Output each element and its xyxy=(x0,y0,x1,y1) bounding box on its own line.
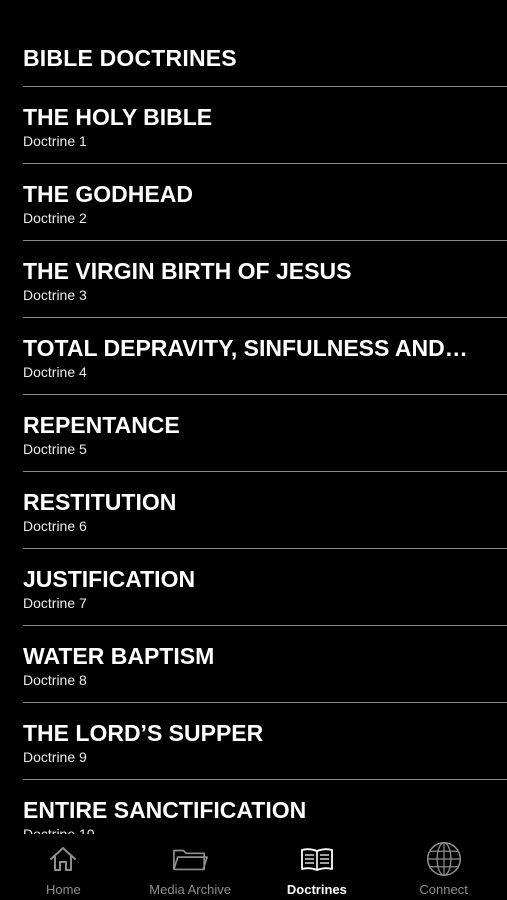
doctrine-title: RESTITUTION xyxy=(23,489,177,515)
tab-home[interactable]: Home xyxy=(0,834,127,900)
doctrine-title: TOTAL DEPRAVITY, SINFULNESS AND… xyxy=(23,335,468,361)
tab-media-archive[interactable]: Media Archive xyxy=(127,834,254,900)
home-icon xyxy=(45,842,81,876)
doctrine-number: Doctrine 9 xyxy=(23,749,87,765)
doctrine-list[interactable]: THE HOLY BIBLE Doctrine 1 THE GODHEAD Do… xyxy=(0,87,507,835)
doctrine-number: Doctrine 8 xyxy=(23,672,87,688)
doctrine-number: Doctrine 2 xyxy=(23,210,87,226)
doctrine-title: JUSTIFICATION xyxy=(23,566,196,592)
doctrine-title: WATER BAPTISM xyxy=(23,643,215,669)
doctrine-title: THE GODHEAD xyxy=(23,181,193,207)
doctrine-number: Doctrine 1 xyxy=(23,133,87,149)
doctrine-number: Doctrine 6 xyxy=(23,518,87,534)
doctrine-number: Doctrine 4 xyxy=(23,364,87,380)
doctrine-title: THE VIRGIN BIRTH OF JESUS xyxy=(23,258,352,284)
tab-connect[interactable]: Connect xyxy=(380,834,507,900)
doctrines-screen: BIBLE DOCTRINES THE HOLY BIBLE Doctrine … xyxy=(0,0,507,900)
tab-doctrines[interactable]: Doctrines xyxy=(254,834,381,900)
folder-icon xyxy=(172,842,209,876)
list-item-doctrine-8[interactable]: WATER BAPTISM Doctrine 8 xyxy=(23,626,507,703)
page-title: BIBLE DOCTRINES xyxy=(23,45,237,71)
tab-label: Connect xyxy=(419,882,468,897)
doctrine-number: Doctrine 5 xyxy=(23,441,87,457)
tab-label: Doctrines xyxy=(286,882,347,897)
list-item-doctrine-10[interactable]: ENTIRE SANCTIFICATION Doctrine 10 xyxy=(23,780,507,835)
open-book-icon xyxy=(299,842,335,876)
list-item-doctrine-1[interactable]: THE HOLY BIBLE Doctrine 1 xyxy=(23,87,507,164)
doctrine-title: THE LORD’S SUPPER xyxy=(23,720,264,746)
list-item-doctrine-2[interactable]: THE GODHEAD Doctrine 2 xyxy=(23,164,507,241)
list-item-doctrine-3[interactable]: THE VIRGIN BIRTH OF JESUS Doctrine 3 xyxy=(23,241,507,318)
globe-icon xyxy=(426,841,462,877)
doctrine-title: THE HOLY BIBLE xyxy=(23,104,213,130)
list-item-doctrine-4[interactable]: TOTAL DEPRAVITY, SINFULNESS AND… Doctrin… xyxy=(23,318,507,395)
tab-bar: Home Media Archive Doctrines Connect xyxy=(0,834,507,900)
tab-label: Media Archive xyxy=(149,882,231,897)
doctrine-number: Doctrine 3 xyxy=(23,287,87,303)
list-item-doctrine-7[interactable]: JUSTIFICATION Doctrine 7 xyxy=(23,549,507,626)
doctrine-number: Doctrine 7 xyxy=(23,595,87,611)
list-item-doctrine-5[interactable]: REPENTANCE Doctrine 5 xyxy=(23,395,507,472)
list-item-doctrine-9[interactable]: THE LORD’S SUPPER Doctrine 9 xyxy=(23,703,507,780)
doctrine-title: REPENTANCE xyxy=(23,412,180,438)
doctrine-title: ENTIRE SANCTIFICATION xyxy=(23,797,307,823)
list-item-doctrine-6[interactable]: RESTITUTION Doctrine 6 xyxy=(23,472,507,549)
tab-label: Home xyxy=(46,882,81,897)
